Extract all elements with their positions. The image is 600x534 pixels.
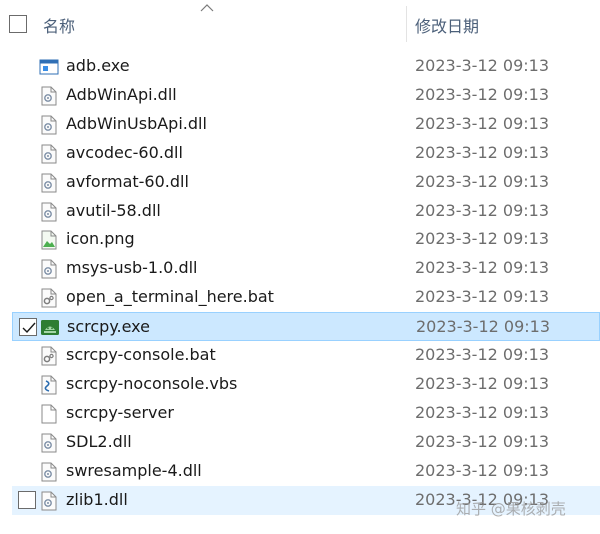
column-header-row: 名称 修改日期	[0, 0, 600, 45]
file-date-modified: 2023-3-12 09:13	[415, 200, 549, 220]
file-name[interactable]: SDL2.dll	[66, 432, 132, 451]
file-date-modified: 2023-3-12 09:13	[415, 113, 549, 133]
file-row[interactable]: adb.exe 2023-3-12 09:13	[12, 52, 600, 81]
file-row[interactable]: scrcpy.exe 2023-3-12 09:13	[12, 312, 600, 342]
file-date-modified: 2023-3-12 09:13	[415, 56, 549, 75]
file-row[interactable]: SDL2.dll 2023-3-12 09:13	[12, 428, 600, 457]
file-name[interactable]: scrcpy-noconsole.vbs	[66, 374, 237, 393]
file-name[interactable]: scrcpy.exe	[67, 317, 150, 336]
dll-file-icon	[41, 462, 57, 482]
exe-window-icon	[39, 59, 59, 75]
file-row[interactable]: avformat-60.dll 2023-3-12 09:13	[12, 168, 600, 197]
file-explorer-list-view: 名称 修改日期 adb.exe 2023-3-12 09:13 AdbWinApi.…	[0, 0, 600, 534]
file-name[interactable]: open_a_terminal_here.bat	[66, 287, 274, 306]
file-row[interactable]: avutil-58.dll 2023-3-12 09:13	[12, 197, 600, 226]
file-name[interactable]: AdbWinUsbApi.dll	[66, 114, 207, 133]
file-date-modified: 2023-3-12 09:13	[415, 402, 549, 422]
file-name[interactable]: swresample-4.dll	[66, 461, 202, 480]
dll-file-icon	[41, 259, 57, 279]
image-file-icon	[41, 230, 57, 250]
file-name[interactable]: msys-usb-1.0.dll	[66, 258, 197, 277]
file-name[interactable]: scrcpy-server	[66, 403, 174, 422]
file-row[interactable]: scrcpy-noconsole.vbs 2023-3-12 09:13	[12, 370, 600, 399]
dll-file-icon	[41, 202, 57, 221]
file-name[interactable]: zlib1.dll	[66, 490, 128, 509]
file-date-modified: 2023-3-12 09:13	[415, 258, 549, 278]
file-row[interactable]: AdbWinApi.dll 2023-3-12 09:13	[12, 81, 600, 110]
column-divider[interactable]	[406, 6, 407, 42]
android-app-icon	[41, 320, 59, 336]
column-header-name[interactable]: 名称	[43, 13, 75, 37]
file-name[interactable]: avcodec-60.dll	[66, 143, 183, 162]
bat-file-icon	[41, 346, 57, 366]
file-row[interactable]: scrcpy-server 2023-3-12 09:13	[12, 399, 600, 428]
file-date-modified: 2023-3-12 09:13	[415, 345, 549, 364]
file-name[interactable]: icon.png	[66, 229, 135, 248]
file-row[interactable]: msys-usb-1.0.dll 2023-3-12 09:13	[12, 254, 600, 283]
dll-file-icon	[41, 144, 57, 164]
file-date-modified: 2023-3-12 09:13	[415, 84, 549, 104]
dll-file-icon	[41, 491, 57, 510]
dll-file-icon	[41, 173, 57, 193]
row-checkbox[interactable]	[18, 490, 36, 509]
file-name[interactable]: avformat-60.dll	[66, 172, 189, 191]
file-row[interactable]: avcodec-60.dll 2023-3-12 09:13	[12, 139, 600, 168]
dll-file-icon	[41, 433, 57, 453]
watermark: 知乎 @果核剥壳	[456, 500, 566, 518]
file-date-modified: 2023-3-12 09:13	[415, 460, 549, 480]
file-row[interactable]: open_a_terminal_here.bat 2023-3-12 09:13	[12, 283, 600, 312]
file-date-modified: 2023-3-12 09:13	[416, 317, 550, 337]
select-all-checkbox[interactable]	[9, 15, 27, 33]
file-row[interactable]: icon.png 2023-3-12 09:13	[12, 225, 600, 254]
sort-ascending-icon	[200, 4, 214, 12]
row-checkbox[interactable]	[19, 318, 37, 337]
file-row[interactable]: swresample-4.dll 2023-3-12 09:13	[12, 457, 600, 486]
dll-file-icon	[41, 115, 57, 135]
file-row[interactable]: scrcpy-console.bat 2023-3-12 09:13	[12, 341, 600, 370]
file-name[interactable]: adb.exe	[66, 56, 130, 75]
file-date-modified: 2023-3-12 09:13	[415, 431, 549, 451]
file-date-modified: 2023-3-12 09:13	[415, 171, 549, 191]
blank-file-icon	[41, 404, 57, 424]
dll-file-icon	[41, 86, 57, 106]
checkmark-icon	[22, 322, 36, 334]
vbs-script-icon	[41, 375, 57, 395]
file-date-modified: 2023-3-12 09:13	[415, 229, 549, 249]
file-date-modified: 2023-3-12 09:13	[415, 142, 549, 162]
file-date-modified: 2023-3-12 09:13	[415, 287, 549, 307]
file-name[interactable]: AdbWinApi.dll	[66, 85, 177, 104]
file-name[interactable]: scrcpy-console.bat	[66, 345, 216, 364]
file-row[interactable]: AdbWinUsbApi.dll 2023-3-12 09:13	[12, 110, 600, 139]
column-header-date-modified[interactable]: 修改日期	[415, 13, 479, 37]
bat-file-icon	[41, 288, 57, 308]
file-date-modified: 2023-3-12 09:13	[415, 373, 549, 393]
file-name[interactable]: avutil-58.dll	[66, 201, 161, 220]
